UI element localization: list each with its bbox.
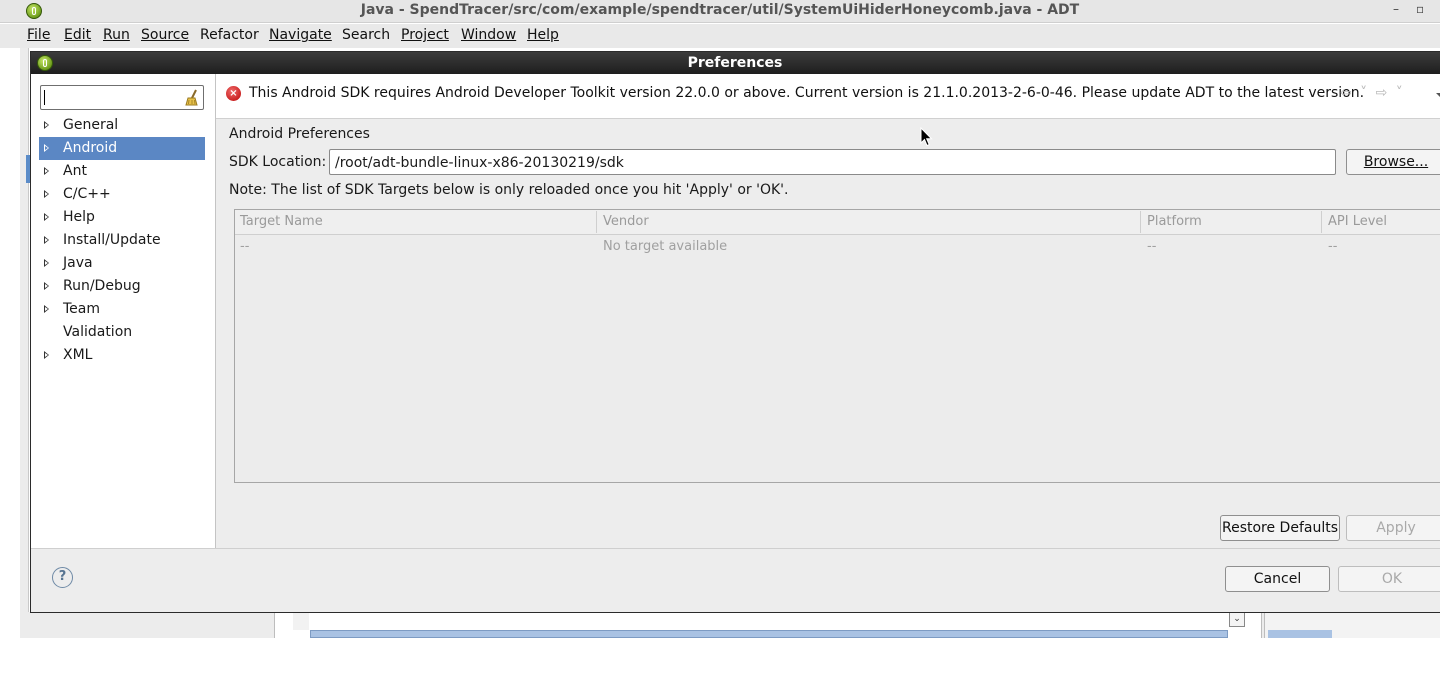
expand-triangle-icon[interactable] [44,144,49,152]
cell-platform: -- [1147,239,1157,254]
dialog-titlebar[interactable]: Preferences [31,52,1440,74]
expand-triangle-icon[interactable] [44,259,49,267]
expand-triangle-icon[interactable] [44,305,49,313]
menu-project[interactable]: Project [401,27,449,43]
expand-triangle-icon[interactable] [44,236,49,244]
menu-source[interactable]: Source [141,27,189,43]
column-vendor[interactable]: Vendor [603,214,649,229]
expand-triangle-icon[interactable] [44,121,49,129]
column-target-name[interactable]: Target Name [240,214,323,229]
menu-window[interactable]: Window [461,27,516,43]
expand-triangle-icon[interactable] [44,167,49,175]
tree-item-cpp[interactable]: C/C++ [39,183,205,206]
tree-item-label: Help [63,209,95,225]
tree-item-label: Validation [63,324,133,340]
preferences-tree-pane: General Android Ant C/C++ Help Install/U… [31,74,216,548]
maximize-button[interactable]: ▫ [1416,2,1424,16]
text-caret [44,90,45,105]
tree-item-run-debug[interactable]: Run/Debug [39,275,205,298]
ok-button[interactable]: OK [1338,566,1440,592]
tree-item-label: Java [63,255,93,271]
tree-item-label: C/C++ [63,186,111,202]
tree-item-java[interactable]: Java [39,252,205,275]
tree-item-label: Team [63,301,101,317]
error-icon: × [226,86,241,101]
editor-scroll-down-button[interactable]: ⌄ [1229,612,1245,627]
filter-input[interactable] [45,87,185,110]
tree-item-help[interactable]: Help [39,206,205,229]
tree-item-label: Android [63,140,118,156]
sdk-targets-table[interactable]: Target Name Vendor Platform API Level --… [234,209,1440,483]
browse-button-label: Browse... [1363,154,1429,170]
tree-item-xml[interactable]: XML [39,344,205,367]
editor-gutter [293,612,309,630]
tree-item-label: Install/Update [63,232,161,248]
tree-item-validation[interactable]: Validation [39,321,205,344]
sdk-location-label: SDK Location: [229,154,327,170]
cell-target-name: -- [240,239,250,254]
tree-item-label: XML [63,347,93,363]
broom-clear-icon[interactable] [184,89,200,106]
view-menu-icon[interactable] [1436,93,1440,98]
cancel-button[interactable]: Cancel [1225,566,1330,592]
page-title: Android Preferences [229,126,370,142]
menubar: File Edit Run Source Refactor Navigate S… [0,24,1440,48]
menu-run[interactable]: Run [103,27,130,43]
preferences-dialog: Preferences General Android Ant C/C++ He… [30,51,1440,613]
window-title: Java - SpendTracer/src/com/example/spend… [360,2,1080,18]
help-icon[interactable]: ? [52,567,73,588]
menu-help[interactable]: Help [527,27,559,43]
expand-triangle-icon[interactable] [44,190,49,198]
error-message: This Android SDK requires Android Develo… [249,85,1365,101]
expand-triangle-icon[interactable] [44,351,49,359]
preferences-tree: General Android Ant C/C++ Help Install/U… [39,114,205,367]
menu-file[interactable]: File [27,27,50,43]
ok-label: OK [1381,571,1403,587]
reload-note: Note: The list of SDK Targets below is o… [229,182,789,198]
tree-item-label: Ant [63,163,87,179]
mouse-cursor-icon [920,127,933,147]
tree-item-install-update[interactable]: Install/Update [39,229,205,252]
editor-horizontal-scrollbar[interactable] [310,630,1228,638]
apply-label: Apply [1376,520,1416,536]
tree-item-label: General [63,117,119,133]
table-header: Target Name Vendor Platform API Level [235,210,1440,235]
sdk-location-field[interactable] [329,149,1336,175]
main-titlebar: Java - SpendTracer/src/com/example/spend… [0,0,1440,23]
cell-vendor: No target available [603,239,728,254]
tree-item-team[interactable]: Team [39,298,205,321]
dialog-title: Preferences [687,55,783,71]
minimize-button[interactable]: – [1393,2,1399,16]
restore-defaults-button[interactable]: Restore Defaults [1220,515,1340,541]
outline-horizontal-scrollbar[interactable] [1268,630,1332,638]
tree-item-android[interactable]: Android [39,137,205,160]
tree-item-general[interactable]: General [39,114,205,137]
restore-defaults-label: Restore Defaults [1221,520,1339,536]
browse-button[interactable]: Browse... [1346,149,1440,175]
message-area: × This Android SDK requires Android Deve… [216,74,1440,119]
filter-field[interactable] [40,85,204,110]
menu-refactor[interactable]: Refactor [200,27,259,43]
cancel-label: Cancel [1253,571,1302,587]
expand-triangle-icon[interactable] [44,213,49,221]
cell-api-level: -- [1328,239,1338,254]
sdk-location-input[interactable] [333,151,1327,175]
workbench-left-edge [20,48,29,638]
column-platform[interactable]: Platform [1147,214,1202,229]
tree-item-label: Run/Debug [63,278,141,294]
apply-button[interactable]: Apply [1346,515,1440,541]
menu-search[interactable]: Search [342,27,390,43]
tree-item-ant[interactable]: Ant [39,160,205,183]
menu-edit[interactable]: Edit [64,27,91,43]
footer-separator [31,548,1440,549]
expand-triangle-icon[interactable] [44,282,49,290]
history-navigation[interactable]: ⇦ ˅ ⇨ ˅ [1340,85,1405,101]
menu-navigate[interactable]: Navigate [269,27,332,43]
column-api-level[interactable]: API Level [1328,214,1387,229]
